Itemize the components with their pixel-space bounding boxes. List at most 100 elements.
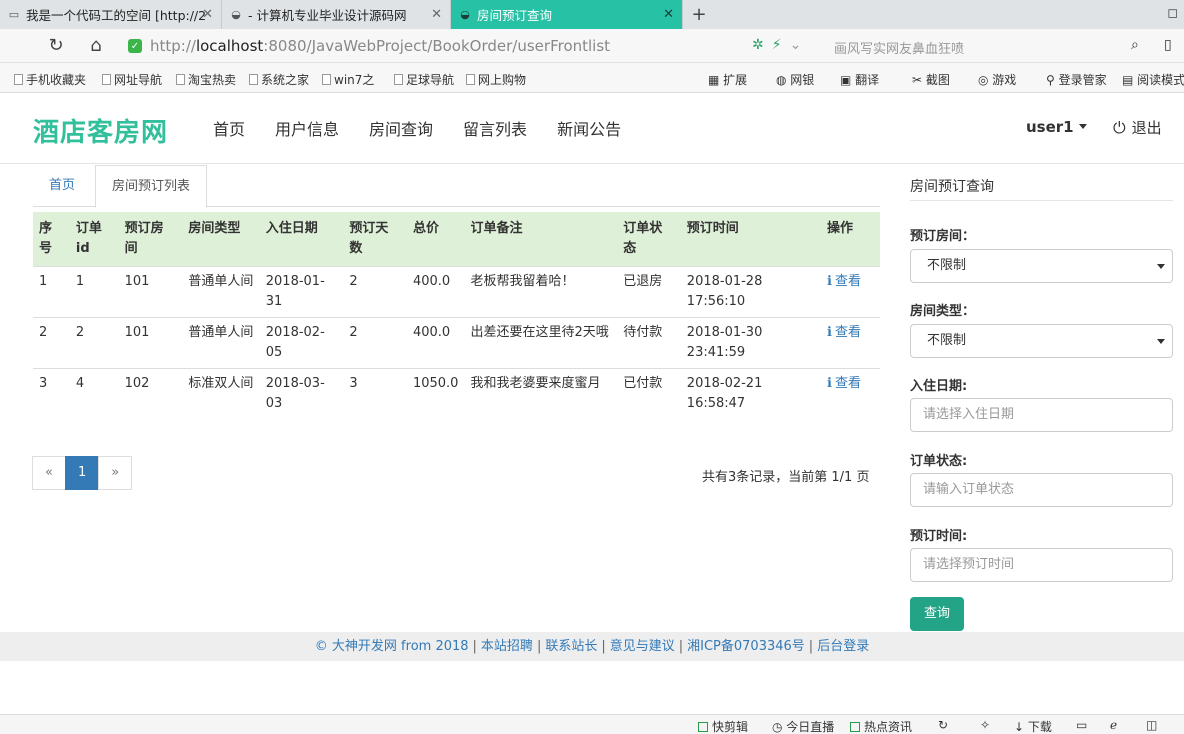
document-icon [14, 74, 23, 85]
cell-order-time: 2018-02-21 16:58:47 [680, 368, 822, 420]
bookmark-item[interactable]: 淘宝热卖 [176, 71, 236, 88]
column-header: 预订房间 [118, 212, 183, 267]
new-tab-button[interactable]: + [683, 0, 715, 29]
toolbar-extensions[interactable]: ▦ 扩展 [708, 71, 747, 88]
view-link[interactable]: ℹ 查看 [827, 274, 861, 289]
ie-icon[interactable]: ℯ [1110, 718, 1117, 732]
cell-room: 101 [118, 266, 183, 318]
status-label: 热点资讯 [864, 720, 913, 734]
bookmark-item[interactable]: 网上购物 [466, 71, 526, 88]
order-status-input[interactable]: 请输入订单状态 [910, 473, 1173, 507]
toolbar-bank[interactable]: ◍ 网银 [776, 71, 814, 88]
url-field[interactable]: ✓ http:// localhost :8080/JavaWebProject… [128, 35, 610, 57]
status-live[interactable]: ◷ 今日直播 [772, 718, 834, 734]
room-type-select[interactable]: 不限制 [910, 324, 1173, 358]
search-icon[interactable]: ⌕ [1131, 37, 1139, 53]
toolbar-translate[interactable]: ▣ 翻译 [840, 71, 879, 88]
column-header: 序号 [33, 212, 70, 267]
logout-button[interactable]: ⏻ 退出 [1113, 117, 1162, 138]
footer-separator: | [678, 639, 684, 654]
toolbar-games[interactable]: ◎ 游戏 [978, 71, 1016, 88]
view-label: 查看 [835, 274, 862, 289]
document-icon [176, 74, 185, 85]
browser-tab-2[interactable]: ◒ - 计算机专业毕业设计源码网 ✕ [222, 0, 451, 29]
footer-icp-link[interactable]: 湘ICP备0703346号 [687, 639, 805, 654]
close-icon[interactable]: ✕ [663, 7, 674, 22]
view-link[interactable]: ℹ 查看 [827, 376, 861, 391]
translate-icon: ▣ [840, 73, 856, 87]
status-quick-edit[interactable]: 快剪辑 [698, 718, 748, 734]
footer-admin-link[interactable]: 后台登录 [817, 639, 869, 654]
footer-contact-link[interactable]: 联系站长 [545, 639, 597, 654]
footer-copyright[interactable]: © 大神开发网 from 2018 [315, 639, 469, 654]
order-time-input[interactable]: 请选择预订时间 [910, 548, 1173, 582]
toolbar-label: 阅读模式 [1137, 73, 1184, 87]
bookmark-item[interactable]: win7之 [322, 71, 374, 88]
info-icon: ℹ [827, 325, 832, 340]
cell-days: 3 [343, 368, 407, 420]
browser-tab-1[interactable]: ▭ 我是一个代码工的空间 [http://2 ✕ [0, 0, 222, 29]
view-label: 查看 [835, 376, 862, 391]
browser-tab-label: - 计算机专业毕业设计源码网 [248, 8, 407, 23]
username: user1 [1026, 118, 1074, 136]
pin-icon[interactable]: ✧ [980, 718, 990, 732]
globe-icon: ◍ [776, 73, 791, 87]
user-menu[interactable]: user1 [1026, 118, 1087, 136]
window-icon[interactable]: ▭ [1076, 718, 1087, 732]
view-link[interactable]: ℹ 查看 [827, 325, 861, 340]
site-logo[interactable]: 酒店客房网 [33, 112, 168, 149]
gear-icon[interactable]: ✲ [752, 37, 764, 53]
close-icon[interactable]: ✕ [202, 7, 213, 22]
cell-checkin: 2018-03-03 [259, 368, 344, 420]
bookmark-item[interactable]: 手机收藏夹 [14, 71, 86, 88]
restore-icon[interactable]: ◫ [1146, 718, 1157, 732]
table-row: 3 4 102 标准双人间 2018-03-03 3 1050.0 我和我老婆要… [33, 368, 880, 420]
home-icon[interactable]: ⌂ [76, 35, 116, 56]
document-icon [394, 74, 403, 85]
close-icon[interactable]: ✕ [431, 7, 442, 22]
cell-no: 2 [33, 317, 70, 369]
bookmark-item[interactable]: 系统之家 [249, 71, 309, 88]
cell-order-id: 2 [69, 317, 119, 369]
phone-icon[interactable]: ▯ [1164, 37, 1172, 53]
tab-order-list[interactable]: 房间预订列表 [95, 165, 208, 208]
footer-feedback-link[interactable]: 意见与建议 [610, 639, 675, 654]
query-button[interactable]: 查询 [910, 597, 964, 631]
bookmark-label: win7之 [334, 73, 375, 87]
prev-page-button[interactable]: « [32, 456, 66, 490]
status-news[interactable]: 热点资讯 [850, 718, 912, 734]
nav-room-search[interactable]: 房间查询 [369, 116, 433, 140]
nav-news[interactable]: 新闻公告 [557, 116, 621, 140]
refresh-icon[interactable]: ↻ [938, 718, 948, 732]
footer-jobs-link[interactable]: 本站招聘 [481, 639, 533, 654]
reload-icon[interactable]: ↻ [36, 35, 76, 56]
nav-messages[interactable]: 留言列表 [463, 116, 527, 140]
toolbar-label: 截图 [925, 73, 950, 87]
toolbar-reader[interactable]: ▤ 阅读模式 [1122, 71, 1184, 88]
bookmark-item[interactable]: 网址导航 [102, 71, 162, 88]
next-page-button[interactable]: » [98, 456, 133, 490]
cell-note: 出差还要在这里待2天哦 [464, 317, 618, 369]
browser-tab-3[interactable]: ◒ 房间预订查询 ✕ [451, 0, 683, 29]
page-button-current[interactable]: 1 [64, 456, 100, 490]
bookmark-item[interactable]: 足球导航 [394, 71, 454, 88]
nav-user-info[interactable]: 用户信息 [275, 116, 339, 140]
lightning-icon[interactable]: ⚡ [772, 37, 782, 53]
cell-days: 2 [343, 266, 407, 318]
cell-order-time: 2018-01-28 17:56:10 [680, 266, 822, 318]
shirt-icon[interactable]: ◻ [1167, 6, 1178, 21]
toolbar-login[interactable]: ⚲ 登录管家 [1046, 71, 1107, 88]
chevron-down-icon[interactable]: ⌄ [790, 37, 802, 53]
status-download[interactable]: ↓ 下载 [1014, 718, 1052, 734]
checkin-date-input[interactable]: 请选择入住日期 [910, 398, 1173, 432]
search-input[interactable]: 画风写实网友鼻血狂喷 [834, 38, 964, 57]
url-host: localhost [195, 37, 264, 55]
room-select[interactable]: 不限制 [910, 249, 1173, 283]
bookmark-label: 手机收藏夹 [26, 73, 87, 87]
nav-home[interactable]: 首页 [213, 116, 245, 140]
toolbar-screenshot[interactable]: ✂ 截图 [912, 71, 950, 88]
cell-days: 2 [343, 317, 407, 369]
toolbar-label: 网银 [790, 73, 815, 87]
document-icon [249, 74, 258, 85]
tab-home[interactable]: 首页 [33, 165, 91, 207]
